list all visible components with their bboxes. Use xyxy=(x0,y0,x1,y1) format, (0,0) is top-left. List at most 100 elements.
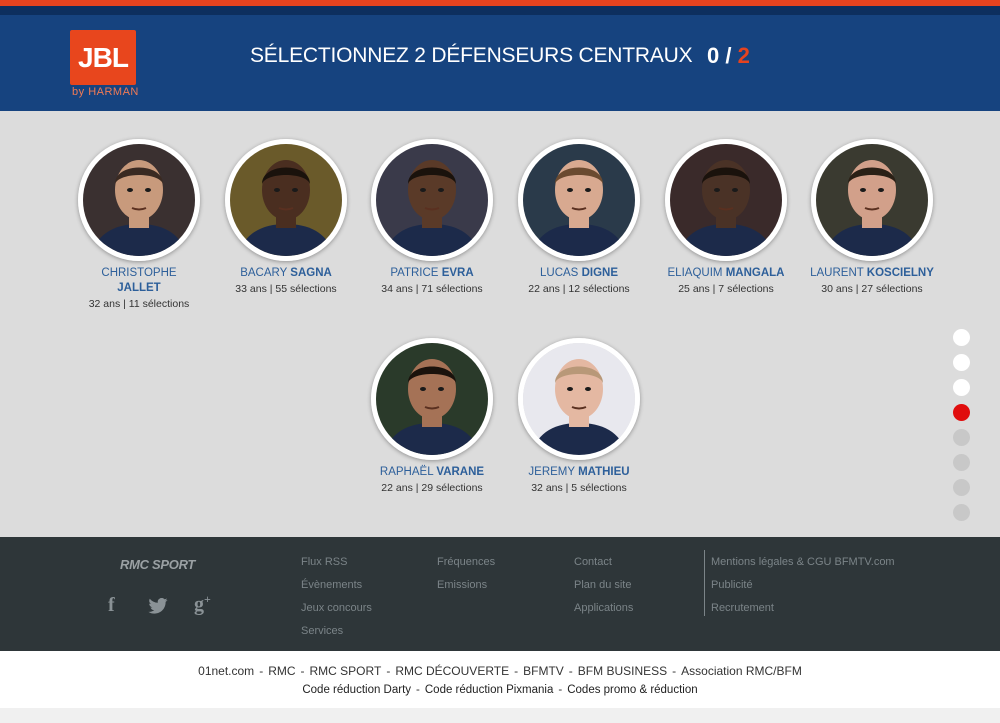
link-separator: - xyxy=(386,664,391,678)
footer-link-jeux-concours[interactable]: Jeux concours xyxy=(301,597,372,620)
network-link[interactable]: 01net.com xyxy=(198,664,254,678)
footer-link-services[interactable]: Services xyxy=(301,620,372,643)
footer-link-contact[interactable]: Contact xyxy=(574,551,633,574)
footer-column-2: Fréquences Emissions xyxy=(437,551,495,597)
page-bottom xyxy=(0,708,1000,723)
google-plus-icon[interactable]: g+ xyxy=(194,592,211,617)
network-link[interactable]: RMC xyxy=(268,664,295,678)
link-separator: - xyxy=(514,664,519,678)
logo-text: JBL xyxy=(78,42,129,73)
player-last-name: EVRA xyxy=(441,267,474,279)
harman-logo-text: by HARMAN xyxy=(72,86,139,98)
network-link[interactable]: BFM BUSINESS xyxy=(578,664,667,678)
player-photo[interactable] xyxy=(518,139,640,261)
player-last-name: KOSCIELNY xyxy=(866,267,934,279)
progress-dot-2[interactable] xyxy=(953,354,970,371)
network-link[interactable]: Association RMC/BFM xyxy=(681,664,802,678)
jbl-logo[interactable]: JBL xyxy=(70,30,136,85)
facebook-icon[interactable]: f xyxy=(108,594,115,617)
footer-link-plan-du-site[interactable]: Plan du site xyxy=(574,574,633,597)
player-stats: 32 ans | 5 sélections xyxy=(531,482,627,494)
progress-dot-1[interactable] xyxy=(953,329,970,346)
player-photo[interactable] xyxy=(665,139,787,261)
player-name: BACARY SAGNA xyxy=(216,266,356,281)
player-first-name: PATRICE xyxy=(390,267,439,279)
player-last-name: DIGNE xyxy=(581,267,618,279)
link-separator: - xyxy=(300,664,305,678)
progress-dots xyxy=(953,329,970,529)
player-card-varane[interactable]: RAPHAËL VARANE 22 ans | 29 sélections xyxy=(362,338,502,495)
player-name: CHRISTOPHE JALLET xyxy=(69,266,209,296)
player-card-digne[interactable]: LUCAS DIGNE 22 ans | 12 sélections xyxy=(509,139,649,296)
player-last-name: SAGNA xyxy=(290,267,332,279)
player-stats: 32 ans | 11 sélections xyxy=(88,298,190,310)
footer-column-4: Mentions légales & CGU BFMTV.com Publici… xyxy=(711,551,895,620)
player-name: LUCAS DIGNE xyxy=(509,266,649,281)
player-first-name: LAURENT xyxy=(810,267,864,279)
player-first-name: RAPHAËL xyxy=(379,466,434,478)
link-separator: - xyxy=(568,664,573,678)
player-photo[interactable] xyxy=(371,338,493,460)
network-link[interactable]: RMC DÉCOUVERTE xyxy=(395,664,509,678)
footer-link-evenements[interactable]: Évènements xyxy=(301,574,372,597)
player-name: PATRICE EVRA xyxy=(362,266,502,281)
player-card-koscielny[interactable]: LAURENT KOSCIELNY 30 ans | 27 sélections xyxy=(802,139,942,296)
player-photo[interactable] xyxy=(811,139,933,261)
player-last-name: MANGALA xyxy=(725,267,785,279)
player-stats: 33 ans | 55 sélections xyxy=(235,283,337,295)
player-card-sagna[interactable]: BACARY SAGNA 33 ans | 55 sélections xyxy=(216,139,356,296)
progress-dot-8[interactable] xyxy=(953,504,970,521)
player-first-name: JEREMY xyxy=(528,466,575,478)
player-card-mangala[interactable]: ELIAQUIM MANGALA 25 ans | 7 sélections xyxy=(656,139,796,296)
footer-divider xyxy=(704,550,705,616)
player-stats: 30 ans | 27 sélections xyxy=(821,283,923,295)
player-photo[interactable] xyxy=(225,139,347,261)
selection-counter: 0 / 2 xyxy=(707,43,750,68)
progress-dot-7[interactable] xyxy=(953,479,970,496)
player-last-name: JALLET xyxy=(117,282,161,294)
footer-link-frequences[interactable]: Fréquences xyxy=(437,551,495,574)
link-separator: - xyxy=(416,684,420,696)
footer-link-flux-rss[interactable]: Flux RSS xyxy=(301,551,372,574)
promo-link[interactable]: Code réduction Darty xyxy=(302,684,411,696)
footer-column-3: Contact Plan du site Applications xyxy=(574,551,633,620)
promo-link[interactable]: Codes promo & réduction xyxy=(567,684,697,696)
player-photo[interactable] xyxy=(78,139,200,261)
player-stats: 34 ans | 71 sélections xyxy=(381,283,483,295)
footer-link-recrutement[interactable]: Recrutement xyxy=(711,597,895,620)
progress-dot-6[interactable] xyxy=(953,454,970,471)
player-name: ELIAQUIM MANGALA xyxy=(656,266,796,281)
footer-link-mentions-legales[interactable]: Mentions légales & CGU BFMTV.com xyxy=(711,551,895,574)
player-first-name: ELIAQUIM xyxy=(667,267,723,279)
footer-link-applications[interactable]: Applications xyxy=(574,597,633,620)
player-card-mathieu[interactable]: JEREMY MATHIEU 32 ans | 5 sélections xyxy=(509,338,649,495)
page-title: SÉLECTIONNEZ 2 DÉFENSEURS CENTRAUX xyxy=(250,44,693,67)
network-links-row: 01net.com - RMC - RMC SPORT - RMC DÉCOUVERTE - B… xyxy=(0,664,1000,678)
network-link[interactable]: BFMTV xyxy=(523,664,564,678)
player-stats: 22 ans | 12 sélections xyxy=(528,283,630,295)
link-separator: - xyxy=(558,684,563,696)
top-dark-stripe xyxy=(0,6,1000,15)
bottom-links: 01net.com - RMC - RMC SPORT - RMC DÉCOUVERTE - B… xyxy=(0,651,1000,708)
link-separator: - xyxy=(672,664,677,678)
twitter-icon[interactable] xyxy=(148,597,168,620)
network-link[interactable]: RMC SPORT xyxy=(310,664,382,678)
player-last-name: VARANE xyxy=(436,466,485,478)
player-first-name: CHRISTOPHE xyxy=(101,267,177,279)
footer: RMC SPORT f g+ Flux RSS Évènements Jeux … xyxy=(0,537,1000,651)
player-name: RAPHAËL VARANE xyxy=(362,465,502,480)
promo-link[interactable]: Code réduction Pixmania xyxy=(425,684,554,696)
footer-link-emissions[interactable]: Emissions xyxy=(437,574,495,597)
player-selection-area: CHRISTOPHE JALLET 32 ans | 11 sélections BA… xyxy=(0,111,1000,537)
player-last-name: MATHIEU xyxy=(578,466,630,478)
player-card-jallet[interactable]: CHRISTOPHE JALLET 32 ans | 11 sélections xyxy=(69,139,209,311)
progress-dot-5[interactable] xyxy=(953,429,970,446)
progress-dot-3[interactable] xyxy=(953,379,970,396)
rmc-sport-logo[interactable]: RMC SPORT xyxy=(120,557,195,572)
progress-dot-4[interactable] xyxy=(953,404,970,421)
player-photo[interactable] xyxy=(371,139,493,261)
footer-column-1: Flux RSS Évènements Jeux concours Servic… xyxy=(301,551,372,643)
player-photo[interactable] xyxy=(518,338,640,460)
player-card-evra[interactable]: PATRICE EVRA 34 ans | 71 sélections xyxy=(362,139,502,296)
footer-link-publicite[interactable]: Publicité xyxy=(711,574,895,597)
